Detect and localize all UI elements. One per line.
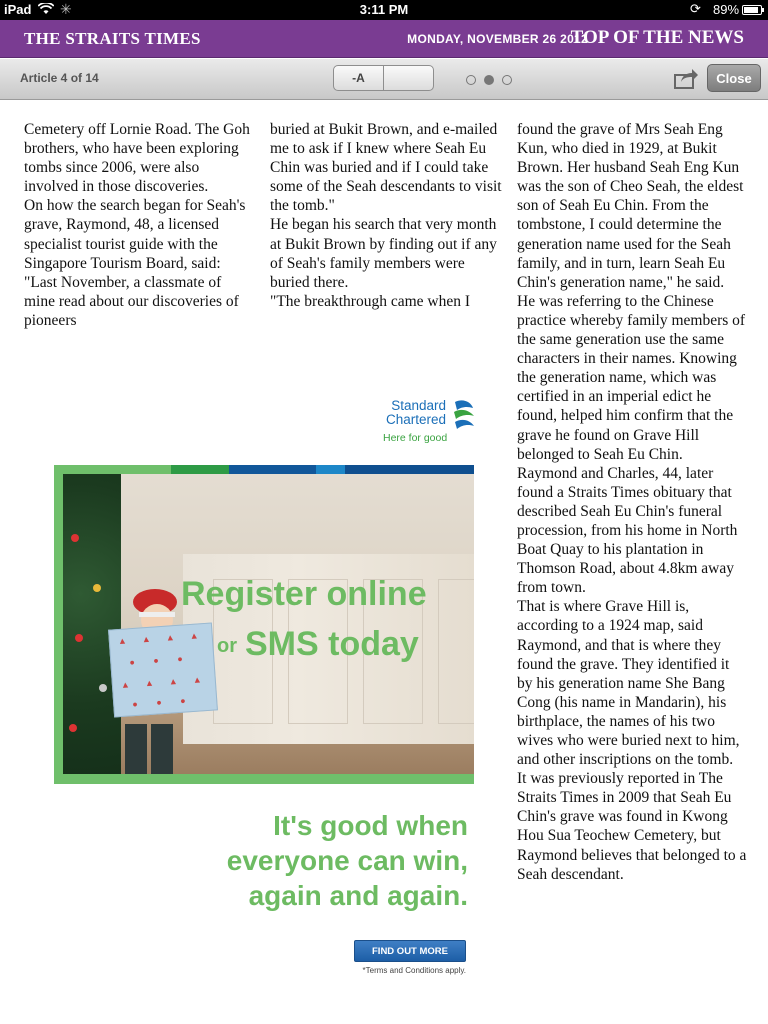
ad-banner[interactable]: ▲ ▲ ▲ ▲ ● ● ● ▲ ▲ ▲ ▲ ● ● ● Register online or SMS … — [54, 465, 474, 784]
status-time: 3:11 PM — [359, 2, 409, 17]
close-button[interactable]: Close — [707, 64, 761, 92]
article-paragraph: buried at Bukit Brown, and e-mailed me t… — [270, 121, 502, 215]
article-paragraph: "The breakthrough came when I — [270, 292, 470, 310]
page-dot[interactable] — [466, 75, 476, 85]
article-paragraph: Raymond and Charles, 44, later found a S… — [517, 464, 738, 597]
page-indicator — [466, 72, 520, 85]
ad-tagline-line: again and again. — [248, 880, 468, 911]
ad-photo: ▲ ▲ ▲ ▲ ● ● ● ▲ ▲ ▲ ▲ ● ● ● Register online or SMS … — [63, 474, 474, 774]
advertiser-name: Standard Chartered — [384, 399, 446, 427]
article-paragraph: He was referring to the Chinese practice… — [517, 292, 746, 463]
advertiser-tagline: Here for good — [383, 432, 448, 444]
article-paragraph: It was previously reported in The Strait… — [517, 770, 747, 883]
article-paragraph: On how the search began for Seah's grave… — [24, 197, 246, 329]
ad-headline: Register online or SMS today — [181, 569, 427, 671]
advertiser-logo[interactable]: Standard Chartered Here for good — [380, 398, 480, 446]
article-paragraph: found the grave of Mrs Seah Eng Kun, who… — [517, 121, 744, 291]
find-out-more-button[interactable]: FIND OUT MORE — [354, 940, 466, 962]
decrease-font-button[interactable]: -A — [334, 66, 384, 90]
status-bar: iPad ✳ 3:11 PM ⟳ 89% — [0, 0, 768, 20]
battery-icon — [742, 5, 764, 15]
page-dot[interactable] — [502, 75, 512, 85]
share-icon[interactable] — [673, 66, 699, 90]
rotation-lock-icon: ⟳ — [690, 1, 701, 16]
issue-date: MONDAY, NOVEMBER 26 2012 — [407, 32, 588, 46]
standard-chartered-icon — [454, 400, 474, 429]
ad-color-stripe — [54, 465, 474, 474]
article-column-1: Cemetery off Lornie Road. The Goh brothe… — [24, 120, 256, 330]
brand-logo: THE STRAITS TIMES — [24, 29, 201, 48]
battery-percent: 89% — [713, 2, 740, 17]
advertiser-name-line: Chartered — [385, 412, 446, 427]
font-size-control: -A A+ — [333, 65, 434, 91]
masthead: THE STRAITS TIMES MONDAY, NOVEMBER 26 20… — [0, 20, 768, 58]
article-paragraph: Cemetery off Lornie Road. The Goh brothe… — [24, 121, 250, 196]
ad-headline-line: SMS today — [245, 625, 419, 663]
ad-headline-line: Register online — [181, 575, 427, 613]
article-column-3: found the grave of Mrs Seah Eng Kun, who… — [517, 120, 747, 884]
ad-tagline-line: It's good when — [273, 810, 468, 841]
page-dot-active[interactable] — [484, 75, 494, 85]
ad-tagline-line: everyone can win, — [226, 845, 468, 876]
article-paragraph: He began his search that very month at B… — [270, 216, 497, 291]
article-column-2: buried at Bukit Brown, and e-mailed me t… — [270, 120, 502, 311]
advertiser-name-line: Standard — [391, 398, 446, 413]
ad-headline-or: or — [217, 635, 237, 658]
article-toolbar: Article 4 of 14 -A A+ Close — [0, 59, 768, 100]
section-title: TOP OF THE NEWS — [570, 27, 744, 48]
ad-terms: *Terms and Conditions apply. — [362, 966, 466, 975]
ad-tagline: It's good when everyone can win, again a… — [100, 808, 468, 913]
article-paragraph: That is where Grave Hill is, according t… — [517, 598, 740, 769]
increase-font-button[interactable]: A+ — [334, 90, 384, 91]
article-counter: Article 4 of 14 — [20, 71, 99, 85]
